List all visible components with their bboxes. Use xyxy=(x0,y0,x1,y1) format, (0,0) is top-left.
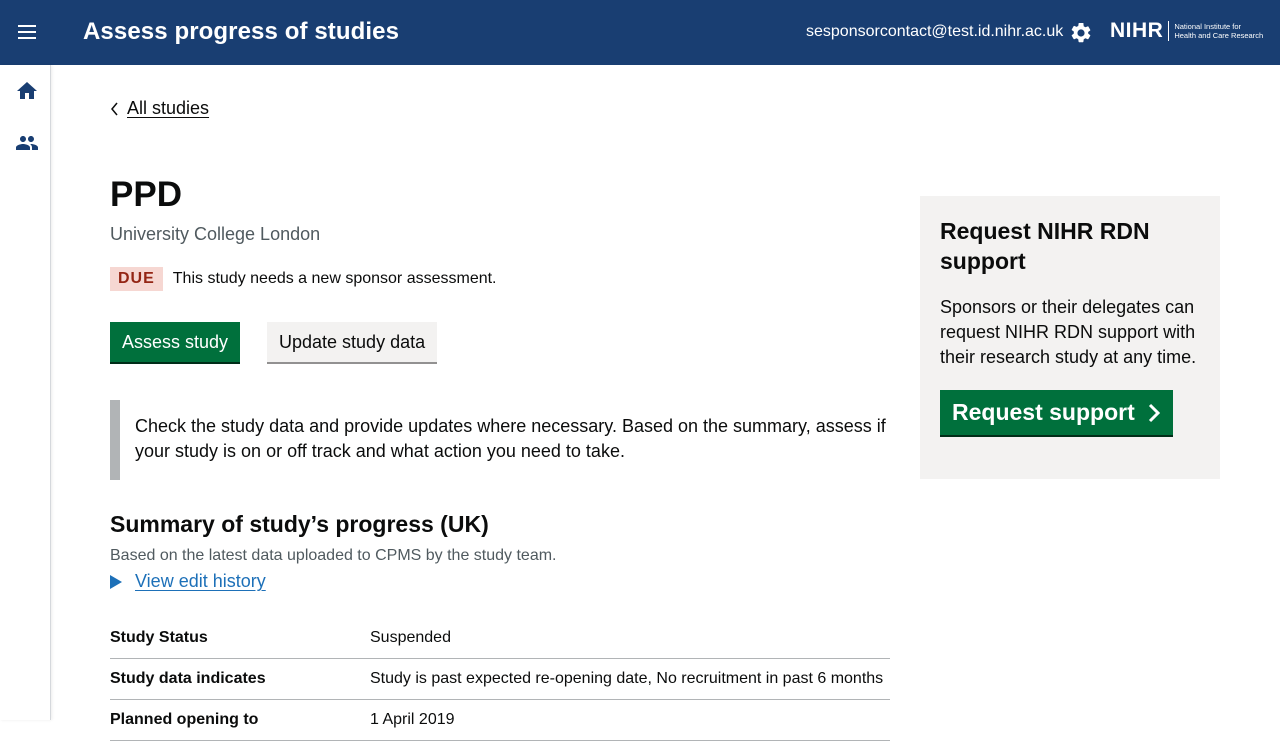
assess-study-button[interactable]: Assess study xyxy=(110,322,241,362)
logo-line-1: National Institute for xyxy=(1174,22,1242,31)
summary-key: Study Status xyxy=(110,629,208,646)
summary-key: Study data indicates xyxy=(110,670,266,687)
home-icon[interactable] xyxy=(15,79,39,103)
logo-divider xyxy=(1168,21,1170,41)
page-title: PPD xyxy=(110,175,182,214)
summary-value: Study is past expected re-opening date, … xyxy=(370,670,884,687)
request-support-label: Request support xyxy=(952,399,1135,425)
top-header: Assess progress of studies sesponsorcont… xyxy=(0,0,1280,65)
summary-subtitle: Based on the latest data uploaded to CPM… xyxy=(110,547,557,564)
view-edit-history-link[interactable]: View edit history xyxy=(135,571,266,592)
status-text: This study needs a new sponsor assessmen… xyxy=(172,270,497,287)
organisation-name: University College London xyxy=(110,224,321,244)
summary-list: Study Status Suspended Study data indica… xyxy=(110,618,890,741)
summary-row: Study data indicates Study is past expec… xyxy=(110,659,890,700)
summary-value: Suspended xyxy=(370,629,451,646)
summary-value: 1 April 2019 xyxy=(370,711,455,728)
gear-icon[interactable] xyxy=(1069,21,1093,45)
summary-row: Study Status Suspended xyxy=(110,618,890,659)
triangle-right-icon xyxy=(110,574,122,589)
app-title: Assess progress of studies xyxy=(83,18,400,45)
logo-word: NIHR xyxy=(1110,19,1164,42)
summary-key: Planned opening to xyxy=(110,711,259,728)
chevron-left-icon xyxy=(111,102,118,115)
update-study-data-button[interactable]: Update study data xyxy=(267,322,438,362)
status-badge: DUE xyxy=(110,267,163,291)
chevron-right-icon xyxy=(1148,403,1160,422)
menu-icon[interactable] xyxy=(14,20,40,44)
back-link[interactable]: All studies xyxy=(110,98,209,119)
side-nav xyxy=(0,65,51,720)
support-panel-title: Request NIHR RDN support xyxy=(940,218,1150,274)
logo-subtitle: National Institute for Health and Care R… xyxy=(1174,22,1263,40)
view-edit-history-toggle[interactable]: View edit history xyxy=(110,571,266,592)
people-icon[interactable] xyxy=(15,131,39,155)
support-panel: Request NIHR RDN support Sponsors or the… xyxy=(920,196,1220,479)
inset-text: Check the study data and provide updates… xyxy=(110,400,890,480)
request-support-button[interactable]: Request support xyxy=(940,390,1173,435)
support-panel-body: Sponsors or their delegates can request … xyxy=(940,297,1197,367)
logo-line-2: Health and Care Research xyxy=(1174,31,1264,40)
nihr-logo[interactable]: NIHR National Institute for Health and C… xyxy=(1110,19,1263,43)
summary-row: Planned opening to 1 April 2019 xyxy=(110,700,890,741)
back-link-label[interactable]: All studies xyxy=(127,98,209,119)
user-email: sesponsorcontact@test.id.nihr.ac.uk xyxy=(806,23,1064,40)
summary-title: Summary of study’s progress (UK) xyxy=(110,511,489,537)
status-row: DUE This study needs a new sponsor asses… xyxy=(110,267,497,291)
